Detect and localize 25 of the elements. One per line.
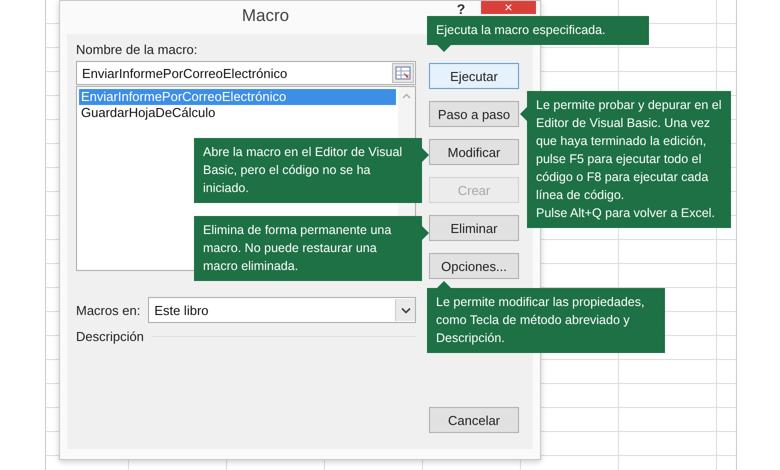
macro-name-field[interactable]: EnviarInformePorCorreoElectrónico	[76, 61, 416, 85]
dialog-button[interactable]: Modificar	[429, 139, 519, 165]
dialog-button[interactable]: Paso a paso	[429, 101, 519, 127]
callout: Abre la macro en el Editor de Visual Basic, pero el código no se ha iniciado.	[194, 138, 429, 203]
dialog-button[interactable]: Opciones...	[429, 253, 519, 279]
callout: Le permite modificar las propiedades, como Tecla de método abreviado y Descripción.	[427, 281, 665, 353]
macros-in-select[interactable]: Este libro	[148, 297, 416, 323]
macros-in-label: Macros en:	[76, 302, 140, 318]
description-label: Descripción	[76, 329, 144, 344]
macro-list-item[interactable]: GuardarHojaDeCálculo	[79, 105, 396, 121]
macro-name-label: Nombre de la macro:	[76, 42, 198, 57]
help-button[interactable]: ?	[441, 1, 481, 17]
close-button[interactable]: ×	[481, 1, 536, 14]
callout: Le permite probar y depurar en el Editor de Visual Basic. Una vez que haya terminado la edición, pulse F5 para ejecutar todo el código o F8 para ejecutar cada línea de código. Pulse Alt+Q para volver a Excel.	[520, 91, 731, 228]
chevron-down-icon	[400, 306, 410, 314]
callout: Ejecuta la macro especificada.	[427, 16, 649, 52]
cancel-button[interactable]: Cancelar	[429, 407, 519, 433]
window-title: Macro	[240, 5, 290, 26]
collapse-dialog-button[interactable]	[392, 63, 414, 83]
dialog-button[interactable]: Ejecutar	[429, 63, 519, 89]
dialog-button[interactable]: Eliminar	[429, 215, 519, 241]
callout: Elimina de forma permanente una macro. No puede restaurar una macro eliminada.	[194, 216, 429, 281]
dropdown-button[interactable]	[395, 299, 415, 321]
grid-arrow-icon	[395, 66, 411, 80]
scroll-up-icon[interactable]	[402, 93, 411, 99]
